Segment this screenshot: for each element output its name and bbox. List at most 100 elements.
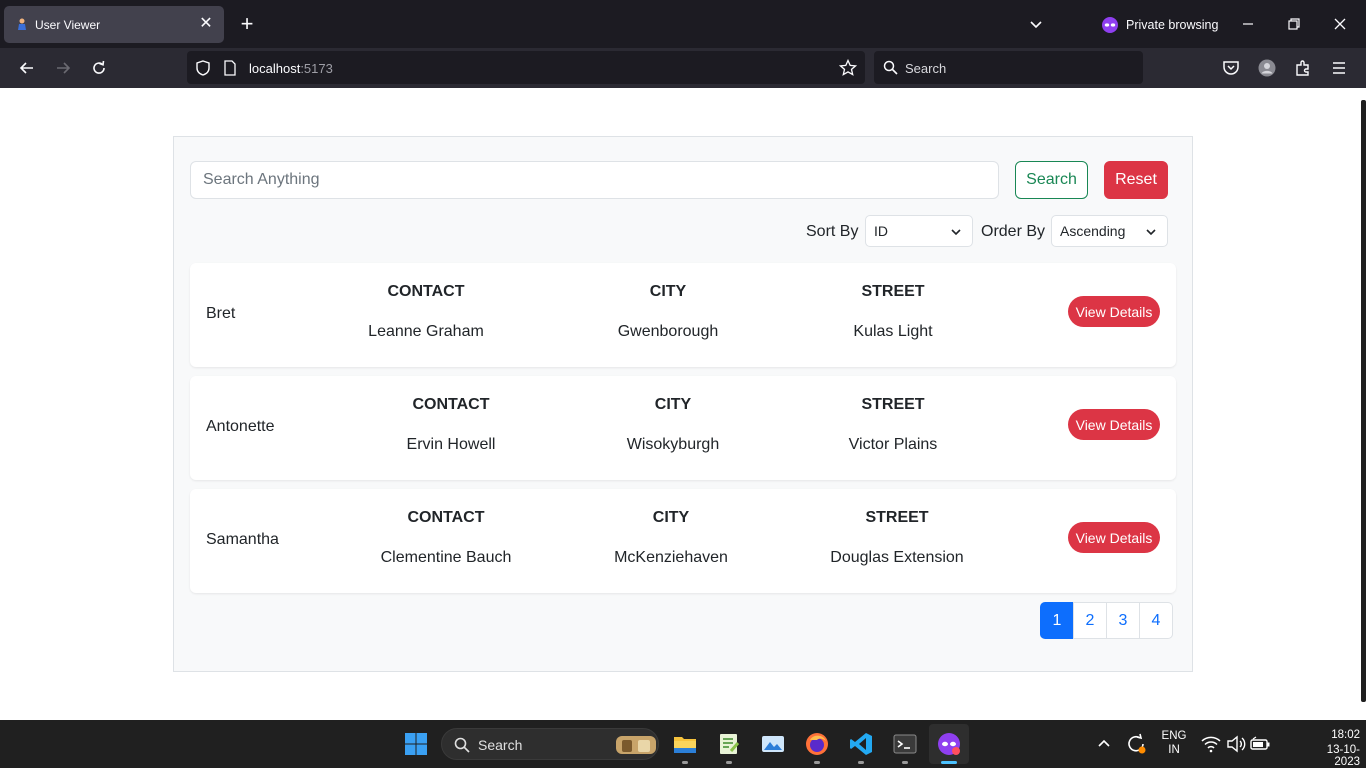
order-by-label: Order By	[981, 223, 1046, 240]
url-port: :5173	[300, 61, 333, 76]
user-viewer-panel: Search Reset Sort By ID Order By Ascendi…	[173, 136, 1193, 672]
contact-column: CONTACT Clementine Bauch	[336, 509, 556, 567]
list-all-tabs-icon[interactable]	[1026, 15, 1046, 35]
page-link-1[interactable]: 1	[1040, 602, 1074, 639]
account-avatar-icon[interactable]	[1257, 58, 1277, 78]
url-host: localhost	[249, 61, 301, 76]
wifi-icon[interactable]	[1201, 735, 1221, 753]
city-value: Wisokyburgh	[626, 436, 720, 453]
city-column: CITY Wisokyburgh	[563, 396, 783, 454]
search-highlight-icon	[616, 736, 656, 754]
running-indicator	[814, 761, 820, 764]
photos-icon[interactable]	[761, 732, 785, 756]
page-scrollbar[interactable]	[1361, 100, 1366, 702]
new-tab-icon[interactable]: +	[236, 13, 258, 36]
city-value: Gwenborough	[617, 323, 719, 340]
chevron-up-icon[interactable]	[1092, 732, 1116, 756]
file-explorer-icon[interactable]	[673, 732, 697, 756]
search-input[interactable]	[190, 161, 999, 199]
contact-value: Ervin Howell	[406, 436, 496, 453]
city-value: McKenziehaven	[614, 549, 728, 566]
sort-by-label: Sort By	[806, 223, 859, 240]
restore-icon[interactable]	[1284, 14, 1304, 34]
tab-user-viewer[interactable]: User Viewer ✕	[4, 6, 224, 43]
clock-time: 18:02	[1331, 729, 1360, 741]
minimize-icon[interactable]	[1238, 14, 1258, 34]
browser-titlebar: User Viewer ✕ + Private browsing	[0, 0, 1366, 48]
running-indicator	[682, 761, 688, 764]
browser-search-placeholder: Search	[905, 61, 947, 76]
contact-value: Leanne Graham	[368, 323, 484, 340]
contact-header: CONTACT	[387, 283, 465, 300]
notepad-plus-icon[interactable]	[717, 732, 741, 756]
private-mask-icon	[1102, 17, 1118, 33]
browser-search-bar[interactable]: Search	[874, 51, 1143, 84]
search-button[interactable]: Search	[1015, 161, 1088, 199]
street-column: STREET Kulas Light	[783, 283, 1003, 341]
language-indicator[interactable]: ENG IN	[1157, 730, 1191, 756]
sort-by-select[interactable]: ID	[865, 215, 973, 247]
sync-icon[interactable]	[1124, 732, 1148, 756]
user-card: Samantha CONTACT Clementine Bauch CITY M…	[190, 489, 1176, 593]
page-icon[interactable]	[223, 60, 237, 76]
bookmark-star-icon[interactable]	[839, 59, 857, 77]
order-by-select[interactable]: Ascending	[1051, 215, 1168, 247]
user-card: Bret CONTACT Leanne Graham CITY Gwenboro…	[190, 263, 1176, 367]
street-column: STREET Victor Plains	[783, 396, 1003, 454]
city-column: CITY McKenziehaven	[561, 509, 781, 567]
firefox-private-icon[interactable]	[937, 732, 961, 756]
battery-icon[interactable]	[1250, 736, 1270, 752]
view-details-button[interactable]: View Details	[1068, 296, 1160, 327]
running-indicator	[858, 761, 864, 764]
user-card: Antonette CONTACT Ervin Howell CITY Wiso…	[190, 376, 1176, 480]
private-browsing-label: Private browsing	[1126, 18, 1219, 32]
username: Bret	[206, 305, 236, 322]
city-column: CITY Gwenborough	[558, 283, 778, 341]
windows-start-icon[interactable]	[404, 732, 428, 756]
tab-close-icon[interactable]: ✕	[196, 14, 216, 34]
private-browsing-indicator: Private browsing	[1102, 15, 1218, 35]
username: Antonette	[206, 418, 275, 435]
firefox-icon[interactable]	[805, 732, 829, 756]
back-icon[interactable]	[17, 58, 37, 78]
address-bar[interactable]: localhost:5173	[187, 51, 865, 84]
menu-icon[interactable]	[1329, 58, 1349, 78]
page-link-2[interactable]: 2	[1073, 602, 1107, 639]
url-text: localhost:5173	[249, 61, 333, 76]
street-column: STREET Douglas Extension	[787, 509, 1007, 567]
page-link-3[interactable]: 3	[1106, 602, 1140, 639]
tab-title: User Viewer	[35, 18, 101, 32]
taskbar: Search ENG IN 18:02 13-10-2023	[0, 720, 1366, 768]
forward-icon[interactable]	[53, 58, 73, 78]
volume-icon[interactable]	[1226, 735, 1246, 753]
view-details-button[interactable]: View Details	[1068, 409, 1160, 440]
username: Samantha	[206, 531, 279, 548]
clock[interactable]: 18:02 13-10-2023	[1306, 729, 1360, 768]
close-window-icon[interactable]	[1330, 14, 1350, 34]
contact-header: CONTACT	[407, 509, 485, 526]
extensions-icon[interactable]	[1293, 58, 1313, 78]
contact-column: CONTACT Ervin Howell	[341, 396, 561, 454]
city-header: CITY	[654, 396, 692, 413]
terminal-icon[interactable]	[893, 732, 917, 756]
favicon-icon	[18, 18, 26, 30]
region-code: IN	[1168, 744, 1180, 756]
vscode-icon[interactable]	[849, 732, 873, 756]
pocket-icon[interactable]	[1221, 58, 1241, 78]
contact-header: CONTACT	[412, 396, 490, 413]
reset-button[interactable]: Reset	[1104, 161, 1168, 199]
street-value: Victor Plains	[848, 436, 938, 453]
taskbar-search[interactable]: Search	[441, 728, 659, 760]
sort-by-value: ID	[874, 223, 888, 239]
running-indicator	[726, 761, 732, 764]
shield-icon[interactable]	[194, 59, 212, 77]
view-details-button[interactable]: View Details	[1068, 522, 1160, 553]
taskbar-search-placeholder: Search	[478, 737, 523, 753]
contact-column: CONTACT Leanne Graham	[316, 283, 536, 341]
search-icon	[883, 60, 898, 75]
reload-icon[interactable]	[89, 58, 109, 78]
city-header: CITY	[652, 509, 690, 526]
order-by-value: Ascending	[1060, 223, 1126, 239]
chevron-down-icon	[1146, 229, 1156, 236]
page-link-4[interactable]: 4	[1139, 602, 1173, 639]
